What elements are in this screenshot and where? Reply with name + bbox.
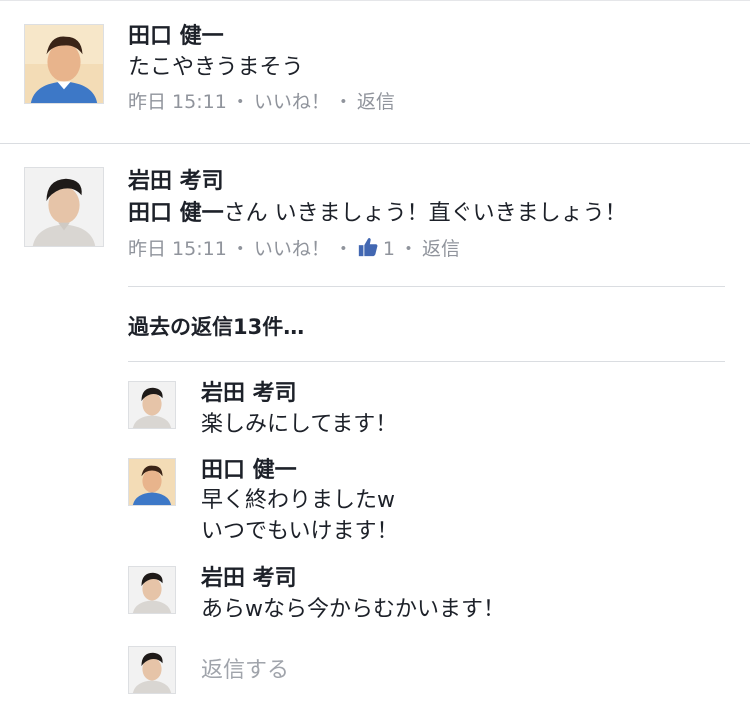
reply-link[interactable]: 返信 [422,236,460,262]
like-count-number: 1 [382,238,395,260]
reply-input[interactable]: 返信する [201,656,289,686]
comment-author[interactable]: 岩田 考司 [128,167,224,197]
comment-time[interactable]: 昨日 15:11 [128,236,227,262]
composer-avatar [128,646,176,694]
reply-text: あらwなら今からむかいます！ [201,597,505,622]
avatar-taguchi-image [25,25,103,103]
thumbs-up-icon [358,238,378,257]
reply-text-line-2: いつでもいけます！ [201,519,399,544]
reply-text: 楽しみにしてます！ [201,412,398,437]
comment-text: たこやきうまそう [128,55,304,80]
replies-divider-top [128,286,725,287]
avatar-iwata-image [129,647,175,693]
separator: ・ [398,238,418,260]
reply-author[interactable]: 田口 健一 [201,456,297,486]
separator: ・ [230,238,250,260]
previous-replies-link[interactable]: 過去の返信13件… [128,312,304,342]
comment-divider [0,143,750,144]
avatar-taguchi-image [129,459,175,505]
reply-avatar-iwata[interactable] [128,381,176,429]
avatar-iwata-image [129,382,175,428]
comment-meta: 昨日 15:11 ・いいね！・返信 [128,89,395,115]
like-link[interactable]: いいね！ [254,89,330,115]
reply-text-line-1: 早く終わりましたw [201,488,395,513]
replies-divider-bottom [128,361,725,362]
separator: ・ [333,91,353,113]
avatar-taguchi[interactable] [24,24,104,104]
avatar-iwata[interactable] [24,167,104,247]
like-link[interactable]: いいね！ [254,236,330,262]
reply-author[interactable]: 岩田 考司 [201,564,297,594]
comment-author[interactable]: 田口 健一 [128,22,224,52]
reply-link[interactable]: 返信 [357,89,395,115]
comment-meta: 昨日 15:11 ・いいね！・ 1 ・返信 [128,236,460,262]
comment-time[interactable]: 昨日 15:11 [128,89,227,115]
separator: ・ [333,238,353,260]
comment-text: 田口 健一さん いきましょう！直ぐいきましょう！ [128,199,627,229]
reply-author[interactable]: 岩田 考司 [201,379,297,409]
reply-avatar-iwata[interactable] [128,566,176,614]
avatar-iwata-image [129,567,175,613]
avatar-iwata-image [25,168,103,246]
separator: ・ [230,91,250,113]
reply-avatar-taguchi[interactable] [128,458,176,506]
like-count[interactable]: 1 [357,236,395,262]
mention-link[interactable]: 田口 健一 [128,201,224,226]
comment-body: さん いきましょう！直ぐいきましょう！ [223,201,627,226]
top-divider [0,0,750,1]
